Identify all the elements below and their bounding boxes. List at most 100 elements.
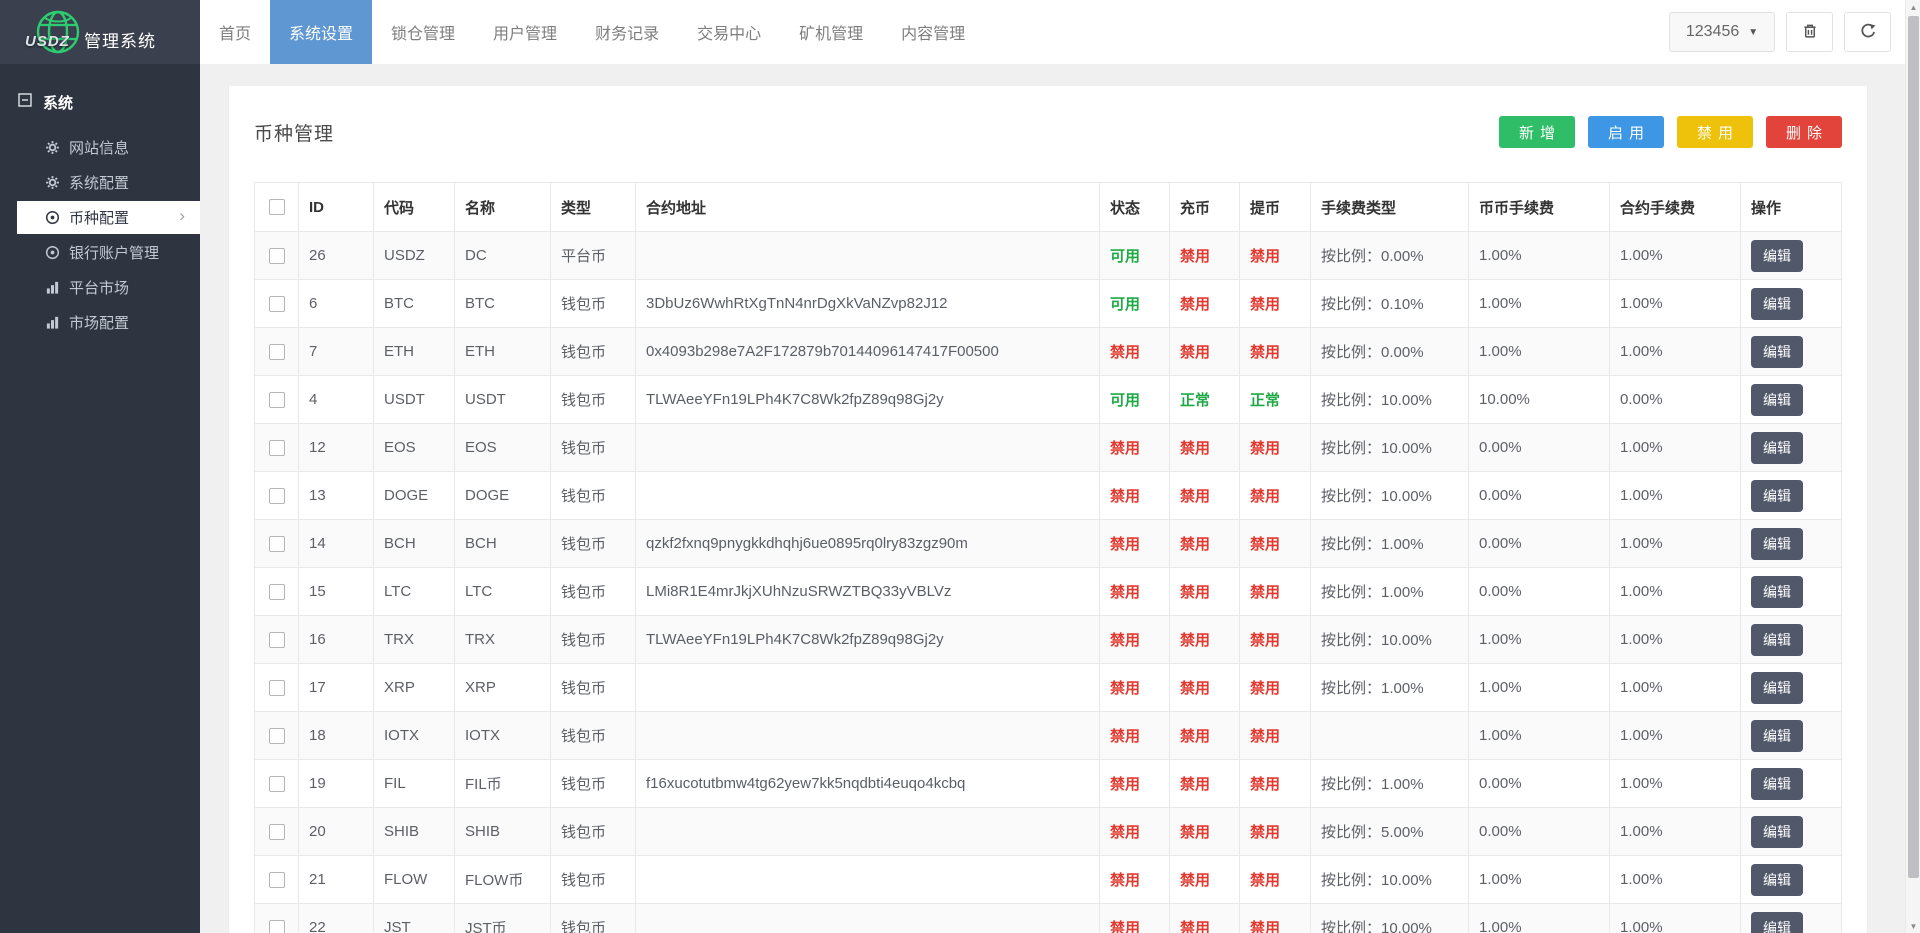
row-checkbox[interactable] bbox=[268, 823, 285, 840]
cell-status: 禁用 bbox=[1099, 663, 1170, 712]
cell-id: 7 bbox=[298, 327, 374, 376]
row-checkbox[interactable] bbox=[268, 487, 285, 504]
row-checkbox-cell bbox=[254, 807, 299, 856]
cell-contract-fee: 1.00% bbox=[1609, 471, 1741, 520]
cell-coin-fee: 1.00% bbox=[1468, 615, 1610, 664]
cell-code: TRX bbox=[373, 615, 455, 664]
cell-deposit: 禁用 bbox=[1169, 903, 1240, 933]
cell-coin-fee: 0.00% bbox=[1468, 759, 1610, 808]
nav-tab-2[interactable]: 系统设置 bbox=[270, 0, 373, 64]
column-header-6: 状态 bbox=[1099, 182, 1170, 232]
edit-button[interactable]: 编辑 bbox=[1751, 623, 1803, 656]
nav-tab-5[interactable]: 财务记录 bbox=[576, 0, 678, 64]
status-badge: 禁用 bbox=[1110, 344, 1141, 361]
edit-button[interactable]: 编辑 bbox=[1751, 767, 1803, 800]
row-checkbox[interactable] bbox=[268, 295, 285, 312]
cell-contract-address: LMi8R1E4mrJkjXUhNzuSRWZTBQ33yVBLVz bbox=[635, 567, 1100, 616]
row-checkbox[interactable] bbox=[268, 919, 285, 933]
edit-button[interactable]: 编辑 bbox=[1751, 287, 1803, 320]
trash-button[interactable] bbox=[1786, 12, 1833, 52]
sidebar-item-1[interactable]: 网站信息 bbox=[0, 130, 200, 165]
row-checkbox[interactable] bbox=[268, 343, 285, 360]
edit-button[interactable]: 编辑 bbox=[1751, 383, 1803, 416]
sidebar-group-system[interactable]: 系统 bbox=[0, 84, 200, 120]
table-row: 17 XRP XRP 钱包币 禁用 禁用 禁用 按比例：1.00% 1.00% 1.00% 编辑 bbox=[254, 663, 1842, 712]
scroll-down-icon[interactable]: ▼ bbox=[1906, 919, 1920, 933]
table-row: 12 EOS EOS 钱包币 禁用 禁用 禁用 按比例：10.00% 0.00% 1.00% 编辑 bbox=[254, 423, 1842, 472]
edit-button[interactable]: 编辑 bbox=[1751, 575, 1803, 608]
enable-button[interactable]: 启用 bbox=[1587, 116, 1664, 148]
cell-deposit: 禁用 bbox=[1169, 807, 1240, 856]
topbar: USDZ 管理系统 首页 系统设置 锁仓管理 用户管理 财务记录 交易中心 矿机管理 内容管理… bbox=[0, 0, 1905, 64]
cell-contract-address bbox=[635, 663, 1100, 712]
cell-actions: 编辑 bbox=[1740, 375, 1842, 424]
cell-actions: 编辑 bbox=[1740, 903, 1842, 933]
edit-button[interactable]: 编辑 bbox=[1751, 527, 1803, 560]
edit-button[interactable]: 编辑 bbox=[1751, 911, 1803, 933]
cell-status: 禁用 bbox=[1099, 519, 1170, 568]
cell-coin-fee: 0.00% bbox=[1468, 807, 1610, 856]
nav-tab-3[interactable]: 锁仓管理 bbox=[372, 0, 474, 64]
row-checkbox-cell bbox=[254, 423, 299, 472]
row-checkbox[interactable] bbox=[268, 775, 285, 792]
row-checkbox[interactable] bbox=[268, 439, 285, 456]
edit-button[interactable]: 编辑 bbox=[1751, 719, 1803, 752]
cell-type: 钱包币 bbox=[550, 759, 636, 808]
nav-tab-7[interactable]: 矿机管理 bbox=[780, 0, 882, 64]
row-checkbox[interactable] bbox=[268, 583, 285, 600]
row-checkbox[interactable] bbox=[268, 679, 285, 696]
status-badge: 禁用 bbox=[1110, 728, 1141, 745]
row-checkbox[interactable] bbox=[268, 727, 285, 744]
nav-tab-6[interactable]: 交易中心 bbox=[678, 0, 780, 64]
edit-button[interactable]: 编辑 bbox=[1751, 671, 1803, 704]
edit-button[interactable]: 编辑 bbox=[1751, 431, 1803, 464]
row-checkbox[interactable] bbox=[268, 871, 285, 888]
edit-button[interactable]: 编辑 bbox=[1751, 239, 1803, 272]
user-dropdown[interactable]: 123456 ▼ bbox=[1669, 12, 1775, 52]
cell-deposit: 禁用 bbox=[1169, 519, 1240, 568]
edit-button[interactable]: 编辑 bbox=[1751, 479, 1803, 512]
cell-contract-address bbox=[635, 471, 1100, 520]
sidebar-item-5[interactable]: 平台市场 bbox=[0, 270, 200, 305]
add-button[interactable]: 新增 bbox=[1498, 116, 1575, 148]
row-checkbox[interactable] bbox=[268, 391, 285, 408]
sidebar-item-6[interactable]: 市场配置 bbox=[0, 305, 200, 340]
disable-button[interactable]: 禁用 bbox=[1676, 116, 1753, 148]
table-row: 14 BCH BCH 钱包币 qzkf2fxnq9pnygkkdhqhj6ue0895r… bbox=[254, 519, 1842, 568]
nav-tab-8[interactable]: 内容管理 bbox=[882, 0, 984, 64]
scroll-up-icon[interactable]: ▲ bbox=[1906, 0, 1920, 14]
edit-button[interactable]: 编辑 bbox=[1751, 335, 1803, 368]
chevron-right-icon: › bbox=[179, 206, 185, 225]
cell-coin-fee: 1.00% bbox=[1468, 663, 1610, 712]
cell-withdraw: 禁用 bbox=[1239, 231, 1311, 280]
nav-tab-4[interactable]: 用户管理 bbox=[474, 0, 576, 64]
sidebar-item-3[interactable]: 币种配置 › bbox=[17, 201, 200, 234]
edit-button[interactable]: 编辑 bbox=[1751, 863, 1803, 896]
row-checkbox[interactable] bbox=[268, 535, 285, 552]
edit-button[interactable]: 编辑 bbox=[1751, 815, 1803, 848]
scrollbar-thumb[interactable] bbox=[1908, 16, 1919, 878]
sidebar-item-4[interactable]: 银行账户管理 bbox=[0, 235, 200, 270]
cell-coin-fee: 0.00% bbox=[1468, 567, 1610, 616]
select-all-checkbox[interactable] bbox=[268, 199, 285, 215]
page-scrollbar[interactable]: ▲ ▼ bbox=[1905, 0, 1920, 933]
cell-type: 钱包币 bbox=[550, 327, 636, 376]
status-badge: 禁用 bbox=[1110, 776, 1141, 793]
nav-tab-1[interactable]: 首页 bbox=[200, 0, 270, 64]
cell-deposit: 禁用 bbox=[1169, 423, 1240, 472]
row-checkbox[interactable] bbox=[268, 247, 285, 264]
cell-code: USDZ bbox=[373, 231, 455, 280]
sidebar-item-2[interactable]: 系统配置 bbox=[0, 165, 200, 200]
row-checkbox-cell bbox=[254, 279, 299, 328]
card-header: 币种管理 新增 启用 禁用 删除 bbox=[254, 112, 1842, 152]
status-badge: 禁用 bbox=[1180, 296, 1211, 313]
header-checkbox-cell bbox=[254, 182, 299, 232]
cell-coin-fee: 1.00% bbox=[1468, 279, 1610, 328]
sidebar-item-label: 币种配置 bbox=[69, 210, 130, 227]
row-checkbox[interactable] bbox=[268, 631, 285, 648]
export-button[interactable] bbox=[1844, 12, 1891, 52]
delete-button[interactable]: 删除 bbox=[1765, 116, 1842, 148]
column-header-5: 合约地址 bbox=[635, 182, 1100, 232]
cell-status: 禁用 bbox=[1099, 711, 1170, 760]
cell-coin-fee: 0.00% bbox=[1468, 471, 1610, 520]
